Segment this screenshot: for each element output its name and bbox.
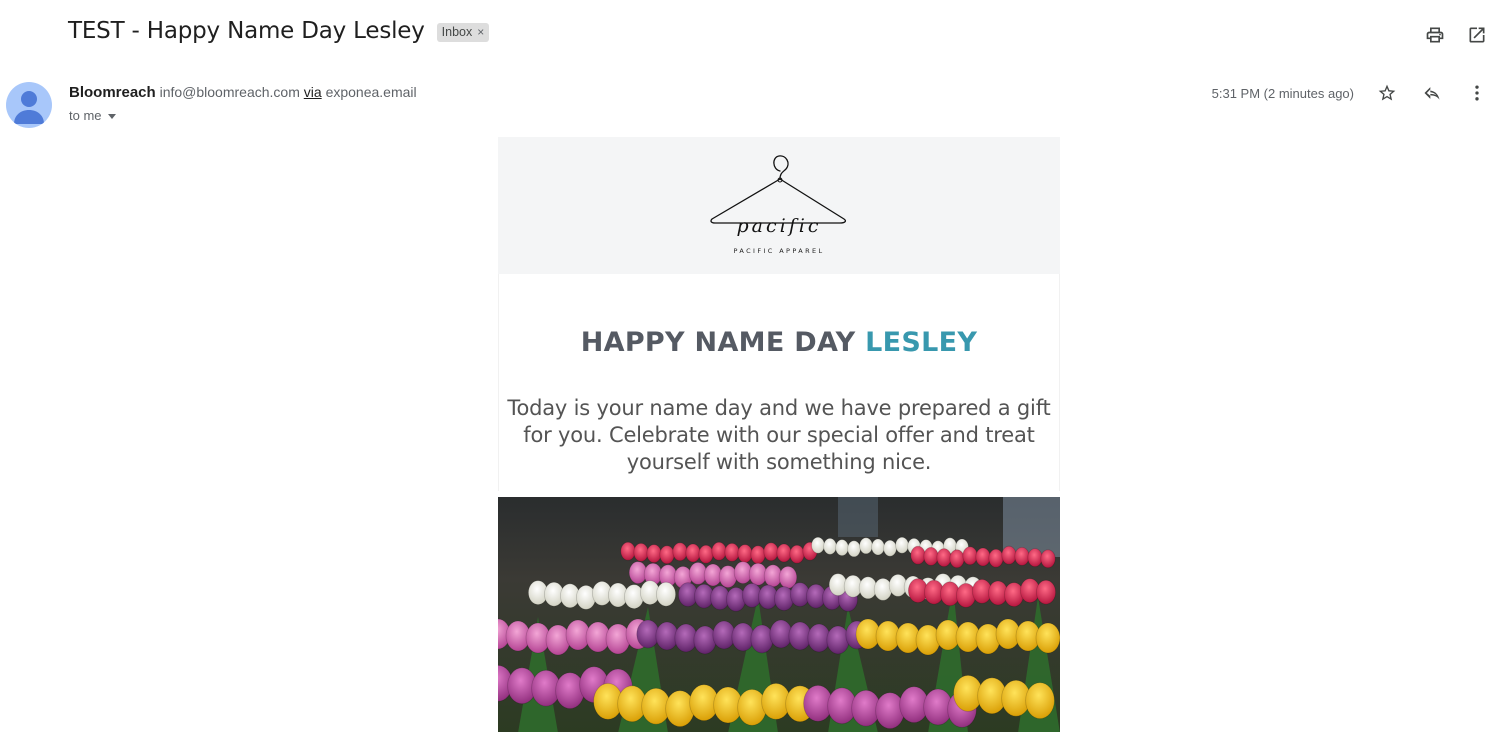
star-icon[interactable]	[1376, 82, 1398, 104]
reply-icon[interactable]	[1421, 82, 1443, 104]
body-line: yourself with something nice.	[626, 450, 932, 474]
headline: HAPPY NAME DAY LESLEY	[499, 327, 1059, 358]
email-view: TEST - Happy Name Day Lesley Inbox × Blo…	[0, 0, 1502, 732]
tulips-illustration	[498, 497, 1060, 732]
subject-row: TEST - Happy Name Day Lesley Inbox ×	[68, 18, 490, 44]
thread-actions	[1424, 24, 1488, 46]
brand-name: PACIFIC APPAREL	[733, 247, 825, 255]
via-domain: exponea.email	[325, 84, 417, 100]
via-link[interactable]: via	[304, 84, 322, 100]
recipient-label: to me	[69, 108, 102, 123]
headline-name: LESLEY	[865, 327, 978, 358]
sender-name[interactable]: Bloomreach	[69, 84, 156, 101]
show-details-chevron-down-icon[interactable]	[107, 114, 116, 119]
body-line: for you. Celebrate with our special offe…	[523, 423, 1035, 447]
email-subject: TEST - Happy Name Day Lesley	[68, 18, 425, 44]
logo-script: pacific	[737, 215, 822, 237]
open-in-new-window-icon[interactable]	[1466, 24, 1488, 46]
person-avatar-icon[interactable]	[6, 82, 52, 128]
print-icon[interactable]	[1424, 24, 1446, 46]
greeting-section: HAPPY NAME DAY LESLEY Today is your name…	[498, 274, 1060, 491]
email-body: pacific PACIFIC APPAREL HAPPY NAME DAY L…	[498, 137, 1060, 732]
message-meta: 5:31 PM (2 minutes ago)	[1212, 82, 1488, 104]
label-text: Inbox	[441, 24, 473, 39]
headline-prefix: HAPPY NAME DAY	[580, 327, 856, 358]
inbox-label-chip[interactable]: Inbox ×	[436, 22, 490, 42]
sender-email: info@bloomreach.com	[159, 84, 300, 100]
more-vertical-icon[interactable]	[1466, 82, 1488, 104]
timestamp: 5:31 PM (2 minutes ago)	[1211, 85, 1354, 101]
clothes-hanger-logo[interactable]: pacific	[708, 153, 850, 247]
recipients-line: to me	[69, 108, 116, 123]
remove-label-icon[interactable]: ×	[477, 25, 484, 39]
body-copy: Today is your name day and we have prepa…	[499, 395, 1059, 476]
logo-header: pacific PACIFIC APPAREL	[498, 137, 1060, 274]
body-line: Today is your name day and we have prepa…	[507, 396, 1051, 420]
sender-line: Bloomreach info@bloomreach.com via expon…	[69, 84, 417, 101]
hero-image-tulips[interactable]	[498, 497, 1060, 732]
